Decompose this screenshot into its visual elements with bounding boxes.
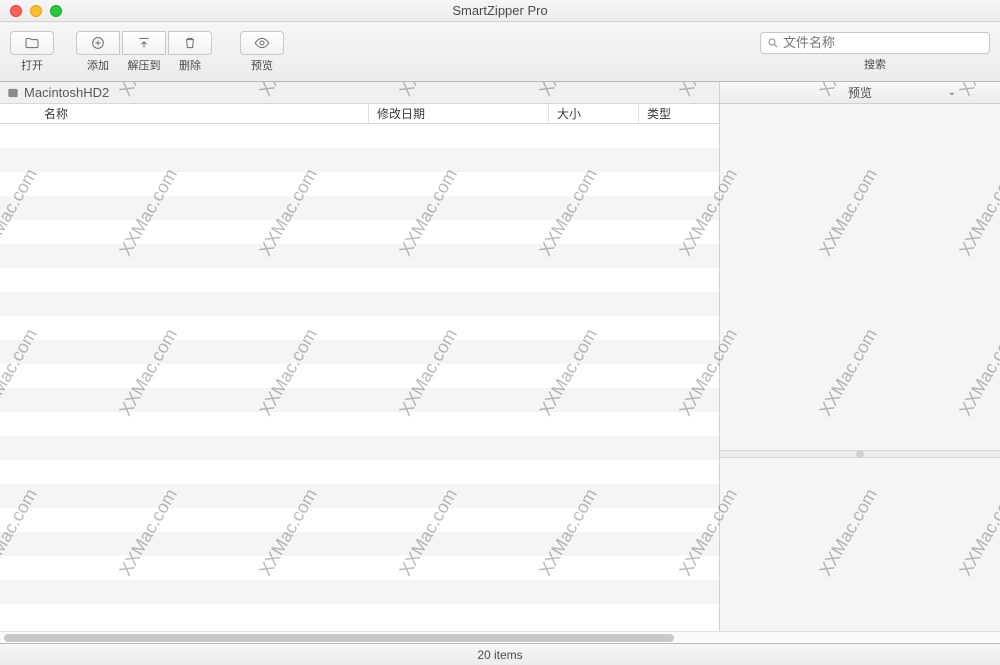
search-icon (767, 37, 779, 49)
titlebar: SmartZipper Pro (0, 0, 1000, 22)
eye-icon (254, 35, 270, 51)
horizontal-scrollbar[interactable] (0, 631, 1000, 643)
window-title: SmartZipper Pro (0, 3, 1000, 18)
trash-icon (182, 35, 198, 51)
table-row[interactable] (0, 148, 719, 172)
add-label: 添加 (87, 57, 109, 73)
folder-icon (24, 35, 40, 51)
col-name[interactable]: 名称 (0, 104, 369, 123)
scroll-thumb[interactable] (4, 634, 674, 642)
col-type[interactable]: 类型 (639, 104, 719, 123)
chevron-down-icon: ⌄ (948, 87, 956, 98)
maximize-icon[interactable] (50, 5, 62, 17)
toolbar: 打开 添加 解压到 删除 预览 (0, 22, 1000, 82)
table-row[interactable] (0, 460, 719, 484)
breadcrumb[interactable]: MacintoshHD2 (0, 82, 719, 104)
table-row[interactable] (0, 292, 719, 316)
table-row[interactable] (0, 196, 719, 220)
table-row[interactable] (0, 268, 719, 292)
extract-button[interactable] (122, 31, 166, 55)
file-list[interactable] (0, 124, 719, 631)
table-row[interactable] (0, 124, 719, 148)
table-row[interactable] (0, 244, 719, 268)
preview-button[interactable] (240, 31, 284, 55)
status-bar: 20 items (0, 643, 1000, 665)
minimize-icon[interactable] (30, 5, 42, 17)
column-headers: 名称 修改日期 大小 类型 (0, 104, 719, 124)
delete-button[interactable] (168, 31, 212, 55)
table-row[interactable] (0, 532, 719, 556)
disk-icon (6, 86, 20, 100)
preview-header[interactable]: 预览 ⌄ (720, 82, 1000, 104)
list-pane: MacintoshHD2 名称 修改日期 大小 类型 (0, 82, 720, 631)
table-row[interactable] (0, 436, 719, 460)
preview-label: 预览 (251, 57, 273, 73)
search-input-wrap[interactable] (760, 32, 990, 54)
table-row[interactable] (0, 580, 719, 604)
plus-circle-icon (90, 35, 106, 51)
splitter-handle-icon (856, 450, 864, 458)
status-text: 20 items (477, 648, 522, 662)
preview-splitter[interactable] (720, 450, 1000, 458)
table-row[interactable] (0, 556, 719, 580)
preview-body-top (720, 104, 1000, 450)
table-row[interactable] (0, 340, 719, 364)
table-row[interactable] (0, 172, 719, 196)
breadcrumb-path: MacintoshHD2 (24, 85, 109, 100)
preview-title: 预览 (848, 84, 872, 101)
preview-body-bottom (720, 458, 1000, 631)
open-button[interactable] (10, 31, 54, 55)
search-label: 搜索 (864, 56, 886, 72)
delete-label: 删除 (179, 57, 201, 73)
table-row[interactable] (0, 412, 719, 436)
extract-icon (136, 35, 152, 51)
window-controls (10, 5, 62, 17)
search-input[interactable] (783, 35, 983, 50)
add-button[interactable] (76, 31, 120, 55)
col-size[interactable]: 大小 (549, 104, 639, 123)
table-row[interactable] (0, 508, 719, 532)
main-area: MacintoshHD2 名称 修改日期 大小 类型 预览 ⌄ (0, 82, 1000, 631)
col-date[interactable]: 修改日期 (369, 104, 549, 123)
table-row[interactable] (0, 484, 719, 508)
close-icon[interactable] (10, 5, 22, 17)
table-row[interactable] (0, 364, 719, 388)
extract-label: 解压到 (128, 57, 161, 73)
table-row[interactable] (0, 388, 719, 412)
open-label: 打开 (21, 57, 43, 73)
table-row[interactable] (0, 220, 719, 244)
table-row[interactable] (0, 316, 719, 340)
preview-pane: 预览 ⌄ (720, 82, 1000, 631)
